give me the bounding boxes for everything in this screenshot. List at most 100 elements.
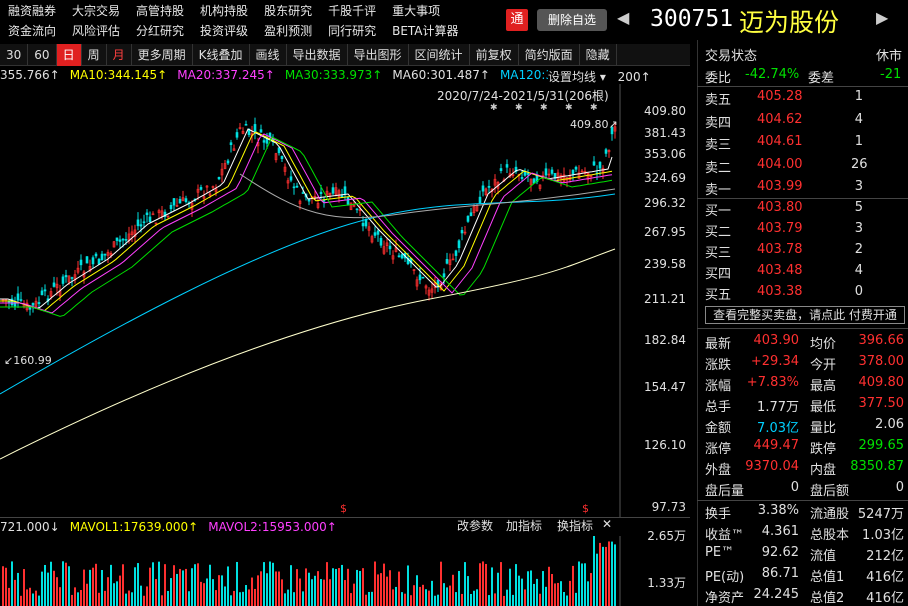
bid-level-label: 买三 [705, 246, 732, 261]
volume-bar [11, 561, 13, 606]
nav-link[interactable]: 资金流向 [0, 22, 64, 39]
ma-settings-button[interactable]: 设置均线 ▾ 200↑ [548, 68, 651, 85]
nav-link[interactable]: 千股千评 [320, 2, 384, 19]
volume-bar [428, 590, 430, 606]
nav-link[interactable]: 融资融券 [0, 2, 64, 19]
vol-button[interactable]: ✕ [602, 517, 612, 531]
nav-link[interactable]: 同行研究 [320, 22, 384, 39]
toolbar-item[interactable]: 画线 [250, 43, 287, 66]
ask-volume: 26 [851, 156, 868, 172]
nav-link[interactable]: 机构持股 [192, 2, 256, 19]
candle-body [379, 238, 383, 246]
volume-bar [2, 566, 4, 606]
nav-link[interactable]: 分红研究 [128, 22, 192, 39]
volume-bar [227, 566, 229, 606]
ma250-line [0, 248, 616, 460]
vol-button[interactable]: 改参数 [457, 517, 493, 534]
candle-body [520, 176, 524, 179]
bid-volume: 0 [854, 284, 863, 299]
remove-favorite-button[interactable]: 删除自选 [537, 9, 607, 31]
nav-link[interactable]: 投资评级 [192, 22, 256, 39]
candle-body [70, 277, 74, 279]
volume-bar [590, 573, 592, 606]
nav-link[interactable]: 股东研究 [256, 2, 320, 19]
toolbar-item[interactable]: 更多周期 [132, 43, 193, 66]
volume-bar [401, 592, 403, 606]
volume-bar [110, 564, 112, 606]
volume-bar [611, 541, 613, 606]
volume-bar [341, 564, 343, 606]
candle-body [184, 198, 188, 202]
stat-value: 8350.87 [850, 459, 904, 474]
toolbar-item[interactable]: 30 [0, 43, 29, 66]
nav-link[interactable]: BETA计算器 [384, 22, 466, 39]
volume-bar [77, 592, 79, 606]
next-stock-icon[interactable]: ▶ [876, 8, 888, 27]
volume-bar [20, 595, 22, 606]
bid-price: 403.80 [757, 200, 803, 215]
volume-bar [500, 562, 502, 606]
volume-bar [92, 567, 94, 606]
event-marker-icon[interactable]: $ [340, 502, 347, 515]
ask-price: 405.28 [757, 89, 803, 104]
volume-bar [461, 593, 463, 606]
kline-chart[interactable]: 409.80↗ ↙160.99 $ $ ✱ ✱ ✱ ✱ ✱ [0, 84, 690, 517]
volume-bar [230, 595, 232, 606]
event-marker-icon[interactable]: $ [582, 502, 589, 515]
stat-value: 449.47 [753, 438, 800, 453]
upgrade-banner[interactable]: 查看完整买卖盘，请点此 付费开通 [705, 306, 905, 324]
toolbar-item[interactable]: 区间统计 [409, 43, 470, 66]
toolbar-item[interactable]: 日 [56, 43, 82, 66]
event-marker-icon[interactable]: ✱ [490, 103, 498, 113]
volume-bar [395, 586, 397, 606]
volume-bar [425, 589, 427, 606]
candle-body [442, 273, 446, 278]
volume-bar [605, 546, 607, 606]
nav-link[interactable]: 盈利预测 [256, 22, 320, 39]
candle-body [469, 212, 473, 217]
nav-link[interactable]: 大宗交易 [64, 2, 128, 19]
toolbar-item[interactable]: 隐藏 [580, 43, 617, 66]
toolbar-item[interactable]: 导出数据 [287, 43, 348, 66]
candle-body [103, 253, 107, 256]
stat-label: 最低 [810, 400, 837, 415]
event-marker-icon[interactable]: ✱ [565, 103, 573, 113]
event-marker-icon[interactable]: ✱ [515, 103, 523, 113]
toolbar-item[interactable]: 周 [82, 43, 107, 66]
volume-bar [197, 563, 199, 606]
volume-bar [101, 570, 103, 606]
tong-button[interactable]: 通 [506, 9, 528, 31]
nav-link[interactable]: 风险评估 [64, 22, 128, 39]
event-marker-icon[interactable]: ✱ [540, 103, 548, 113]
vol-button[interactable]: 换指标 [557, 517, 593, 534]
candle-body [457, 240, 461, 249]
toolbar-item[interactable]: 导出图形 [348, 43, 409, 66]
candle-body [172, 198, 176, 206]
bid-price: 403.38 [757, 284, 803, 299]
volume-bar [53, 570, 55, 606]
toolbar-item[interactable]: 简约版面 [519, 43, 580, 66]
toolbar-item[interactable]: K线叠加 [193, 43, 250, 66]
prev-stock-icon[interactable]: ◀ [617, 8, 629, 27]
candle-body [571, 169, 575, 175]
candle-body [121, 238, 125, 241]
candle-body [343, 186, 347, 194]
stat-value: +29.34 [750, 354, 799, 369]
toolbar-item[interactable]: 前复权 [470, 43, 519, 66]
volume-bar [407, 565, 409, 606]
toolbar-item[interactable]: 月 [107, 43, 132, 66]
bid-price: 403.79 [757, 221, 803, 236]
candle-body [361, 222, 365, 227]
event-marker-icon[interactable]: ✱ [590, 103, 598, 113]
volume-bar [506, 589, 508, 606]
nav-link[interactable]: 重大事项 [384, 2, 448, 19]
volume-chart[interactable] [0, 536, 690, 606]
volume-bar [44, 564, 46, 606]
candle-body [373, 232, 377, 236]
toolbar-item[interactable]: 60 [28, 43, 57, 66]
vol-button[interactable]: 加指标 [506, 517, 542, 534]
volume-bar [554, 583, 556, 606]
volume-bar [200, 581, 202, 606]
nav-link[interactable]: 高管持股 [128, 2, 192, 19]
volume-bar [311, 579, 313, 606]
